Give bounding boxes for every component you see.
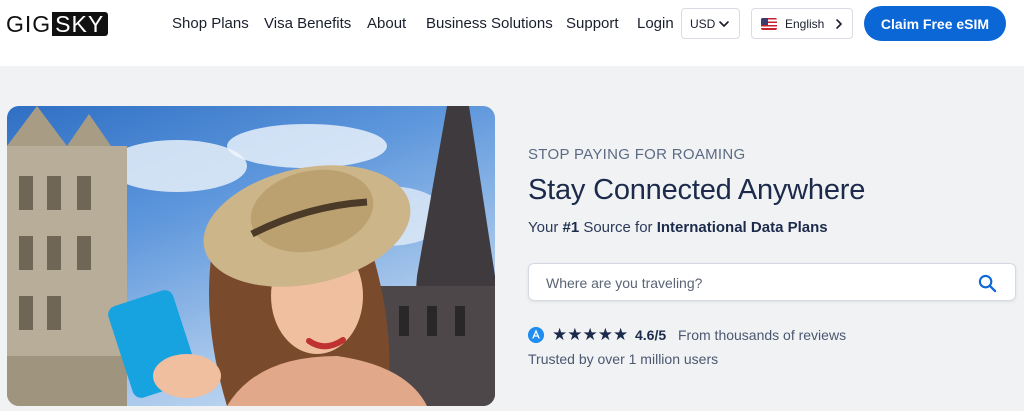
language-selector[interactable]: English [751,8,853,39]
logo-text-sky: SKY [52,12,109,36]
currency-selector[interactable]: USD [681,8,740,39]
hero-subline: Your #1 Source for International Data Pl… [528,219,828,236]
search-icon[interactable] [978,274,997,293]
rating-value: 4.6/5 [635,327,667,343]
chevron-right-icon [836,19,842,29]
hero-image [7,106,495,406]
nav-support[interactable]: Support [566,14,619,34]
chevron-down-icon [719,21,729,27]
subline-product: International Data Plans [656,219,828,236]
nav-about[interactable]: About [367,14,406,34]
app-store-icon [528,327,544,343]
trusted-text: Trusted by over 1 million users [528,351,719,367]
claim-free-esim-button[interactable]: Claim Free eSIM [864,6,1006,41]
hero-illustration [7,106,495,406]
subline-prefix: Your [528,219,563,236]
currency-value: USD [690,16,716,31]
logo-text-gig: GIG [6,11,52,37]
nav-login[interactable]: Login [637,14,674,34]
hero-headline: Stay Connected Anywhere [528,174,866,206]
destination-search-input[interactable] [546,273,966,293]
nav-shop-plans[interactable]: Shop Plans [172,14,249,34]
nav-business-solutions[interactable]: Business Solutions [426,14,553,34]
hero-eyebrow: STOP PAYING FOR ROAMING [528,146,746,163]
nav-visa-benefits[interactable]: Visa Benefits [264,14,351,34]
us-flag-icon [761,18,777,30]
gigsky-logo[interactable]: GIG SKY [6,11,109,37]
rating-stars: ★★★★★ [552,325,629,344]
subline-middle: Source for [579,219,657,236]
destination-search-box [528,263,1016,301]
subline-rank: #1 [562,219,580,236]
rating-text: From thousands of reviews [678,327,847,343]
site-header: GIG SKY Shop Plans Visa Benefits About B… [0,0,1024,66]
language-value: English [785,17,825,31]
